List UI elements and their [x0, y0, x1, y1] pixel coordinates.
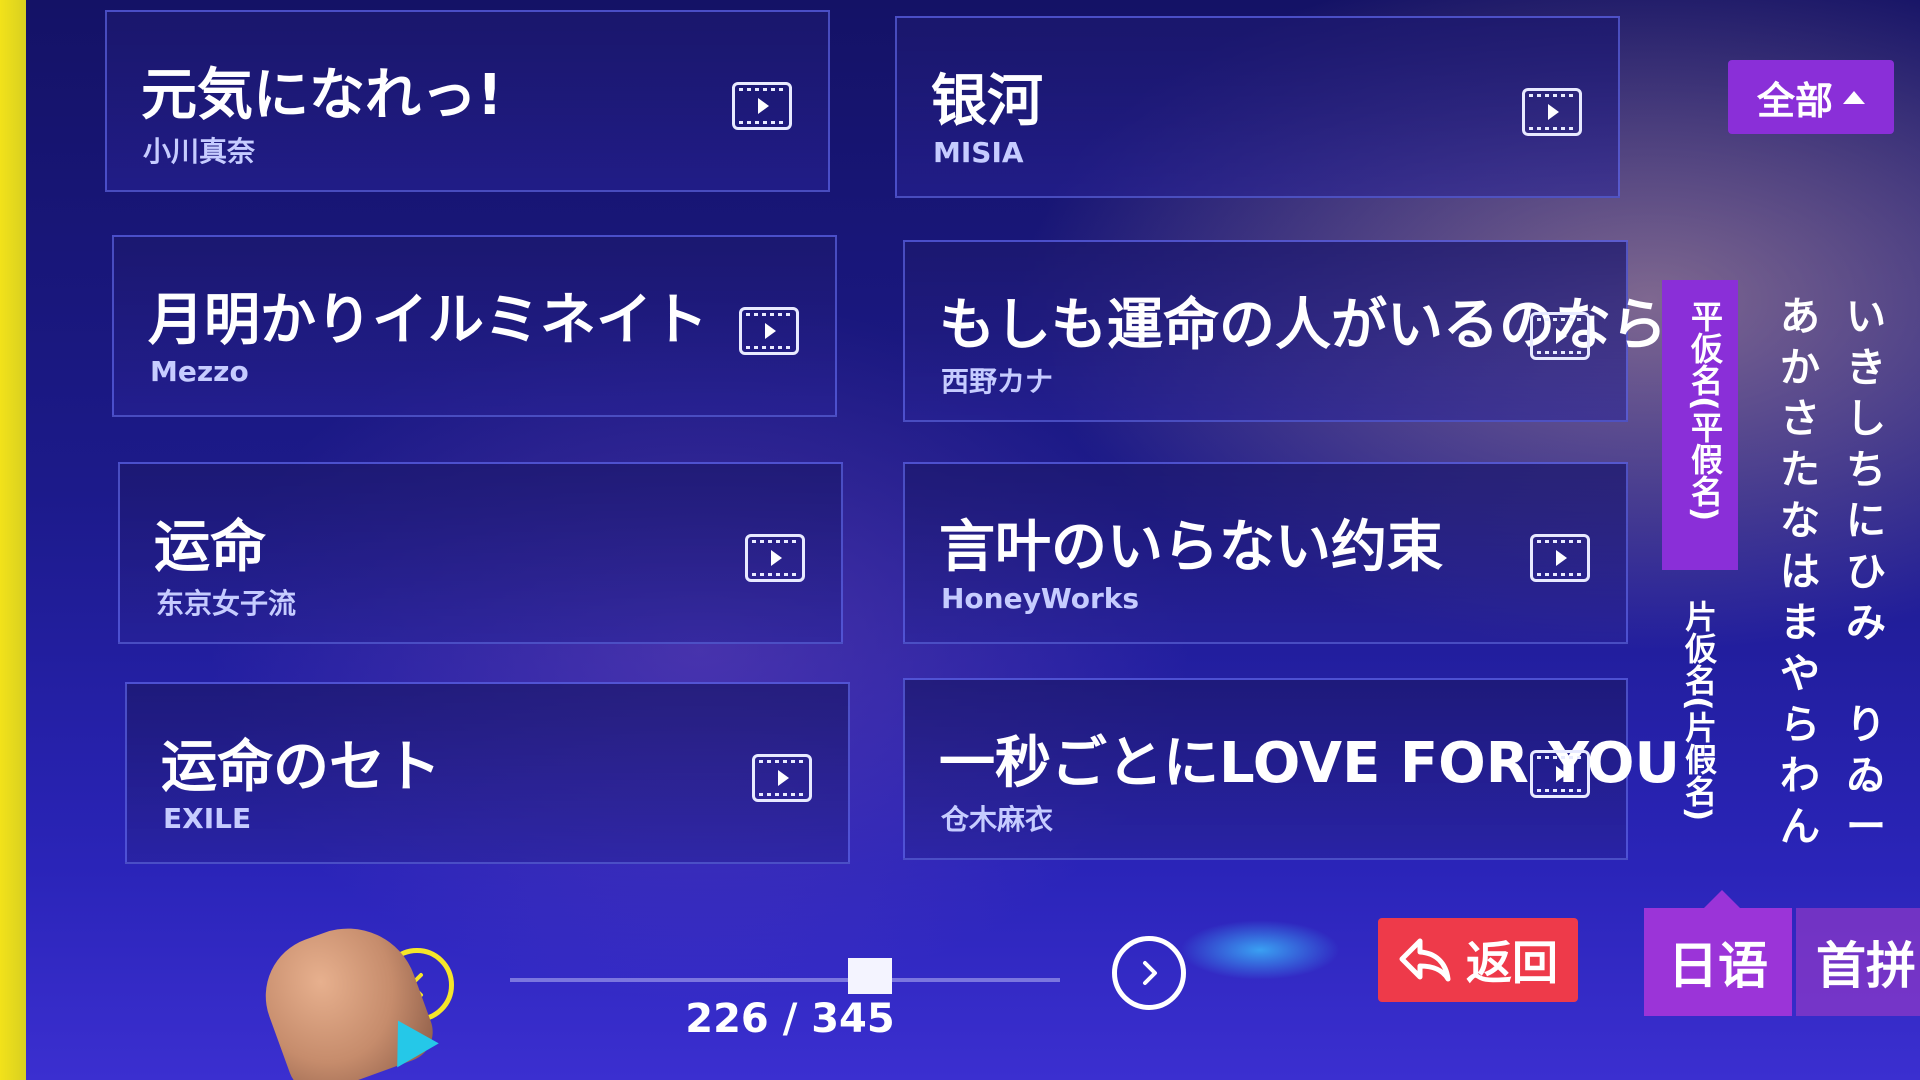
- page-slider-handle[interactable]: [847, 958, 892, 994]
- kana-index-item[interactable]: い: [1846, 292, 1886, 343]
- tab-pinyin-label: 首拼: [1816, 937, 1916, 995]
- video-play-icon[interactable]: [1522, 88, 1582, 136]
- kana-index-item[interactable]: ー: [1846, 802, 1886, 853]
- kana-index-item[interactable]: ら: [1780, 700, 1820, 751]
- song-artist: MISIA: [933, 136, 1024, 169]
- screen-bezel: [0, 0, 26, 1080]
- song-card[interactable]: もしも運命の人がいるのなら 西野カナ: [903, 240, 1667, 422]
- all-filter-label: 全部: [1756, 78, 1833, 123]
- kana-index-item[interactable]: な: [1780, 496, 1820, 547]
- kana-index-item[interactable]: は: [1780, 547, 1820, 598]
- return-arrow-icon: [1399, 938, 1451, 982]
- song-card[interactable]: 元気になれっ! 小川真奈: [105, 10, 830, 192]
- page-indicator: 226 / 345: [685, 996, 895, 1042]
- chevron-right-icon: [1143, 961, 1157, 985]
- tab-japanese-label: 日语: [1668, 937, 1768, 995]
- caret-up-icon: [1843, 90, 1865, 104]
- kana-index-item[interactable]: に: [1846, 496, 1886, 547]
- video-play-icon[interactable]: [732, 82, 792, 130]
- kana-index-item[interactable]: ゐ: [1846, 751, 1886, 802]
- kana-index-item[interactable]: さ: [1780, 394, 1820, 445]
- kana-index-item[interactable]: た: [1780, 445, 1820, 496]
- song-title: 月明かりイルミネイト: [148, 288, 708, 353]
- kana-index-item[interactable]: わ: [1780, 751, 1820, 802]
- song-card[interactable]: 银河 MISIA: [895, 16, 1620, 198]
- video-play-icon[interactable]: [745, 534, 805, 582]
- song-artist: HoneyWorks: [941, 582, 1140, 615]
- video-play-icon[interactable]: [1530, 534, 1590, 582]
- next-page-button[interactable]: [1112, 936, 1186, 1010]
- kana-index-item[interactable]: や: [1780, 649, 1820, 700]
- song-card[interactable]: 一秒ごとにLOVE FOR YOU 仓木麻衣: [903, 678, 1680, 860]
- song-artist: EXILE: [163, 802, 252, 835]
- song-card[interactable]: 月明かりイルミネイト Mezzo: [112, 235, 837, 417]
- song-artist: 仓木麻衣: [941, 803, 1054, 836]
- song-title: 银河: [931, 69, 1043, 134]
- page-slider-track[interactable]: [510, 978, 1060, 982]
- tab-pinyin[interactable]: 首拼: [1796, 908, 1920, 1016]
- tab-japanese[interactable]: 日语: [1644, 890, 1792, 1016]
- song-artist: 小川真奈: [143, 135, 256, 168]
- kana-index-item[interactable]: ひ: [1846, 547, 1886, 598]
- kana-index-item[interactable]: ん: [1780, 802, 1820, 853]
- kana-column-i: いきしちにひみりゐー: [1836, 292, 1896, 853]
- song-card[interactable]: 运命のセト EXILE: [125, 682, 850, 864]
- kana-index-item[interactable]: あ: [1780, 292, 1820, 343]
- song-artist: 东京女子流: [156, 587, 297, 620]
- all-filter-button[interactable]: 全部: [1728, 60, 1894, 134]
- song-title: 运命: [154, 515, 266, 580]
- kana-index-item[interactable]: り: [1846, 700, 1886, 751]
- kana-index-item[interactable]: ま: [1780, 598, 1820, 649]
- back-button-label: 返回: [1466, 936, 1558, 990]
- stage-glow: [1180, 920, 1340, 980]
- katakana-tab-label[interactable]: 片仮名(片假名): [1670, 600, 1718, 821]
- kana-index-item[interactable]: み: [1846, 598, 1886, 649]
- song-card[interactable]: 言叶のいらない约束 HoneyWorks: [903, 462, 1628, 644]
- song-artist: 西野カナ: [941, 365, 1054, 398]
- kana-index-item[interactable]: か: [1780, 343, 1820, 394]
- back-button[interactable]: 返回: [1378, 918, 1578, 1002]
- video-play-icon[interactable]: [739, 307, 799, 355]
- video-play-icon[interactable]: [1530, 750, 1590, 798]
- song-title: 言叶のいらない约束: [939, 515, 1443, 580]
- kana-index-item[interactable]: ち: [1846, 445, 1886, 496]
- kana-column-a: あかさたなはまやらわん: [1770, 292, 1830, 853]
- video-play-icon[interactable]: [1530, 312, 1590, 360]
- song-title: 元気になれっ!: [141, 63, 503, 128]
- kana-index-item[interactable]: し: [1846, 394, 1886, 445]
- song-title: 运命のセト: [161, 735, 441, 800]
- hiragana-tab-label: 平仮名(平假名): [1686, 300, 1724, 522]
- song-card[interactable]: 运命 东京女子流: [118, 462, 843, 644]
- karaoke-screen: 元気になれっ! 小川真奈 银河 MISIA 月明かりイルミネイト Mezzo もしも運命の人…: [0, 0, 1920, 1080]
- song-artist: Mezzo: [150, 355, 249, 388]
- kana-index-item[interactable]: き: [1846, 343, 1886, 394]
- video-play-icon[interactable]: [752, 754, 812, 802]
